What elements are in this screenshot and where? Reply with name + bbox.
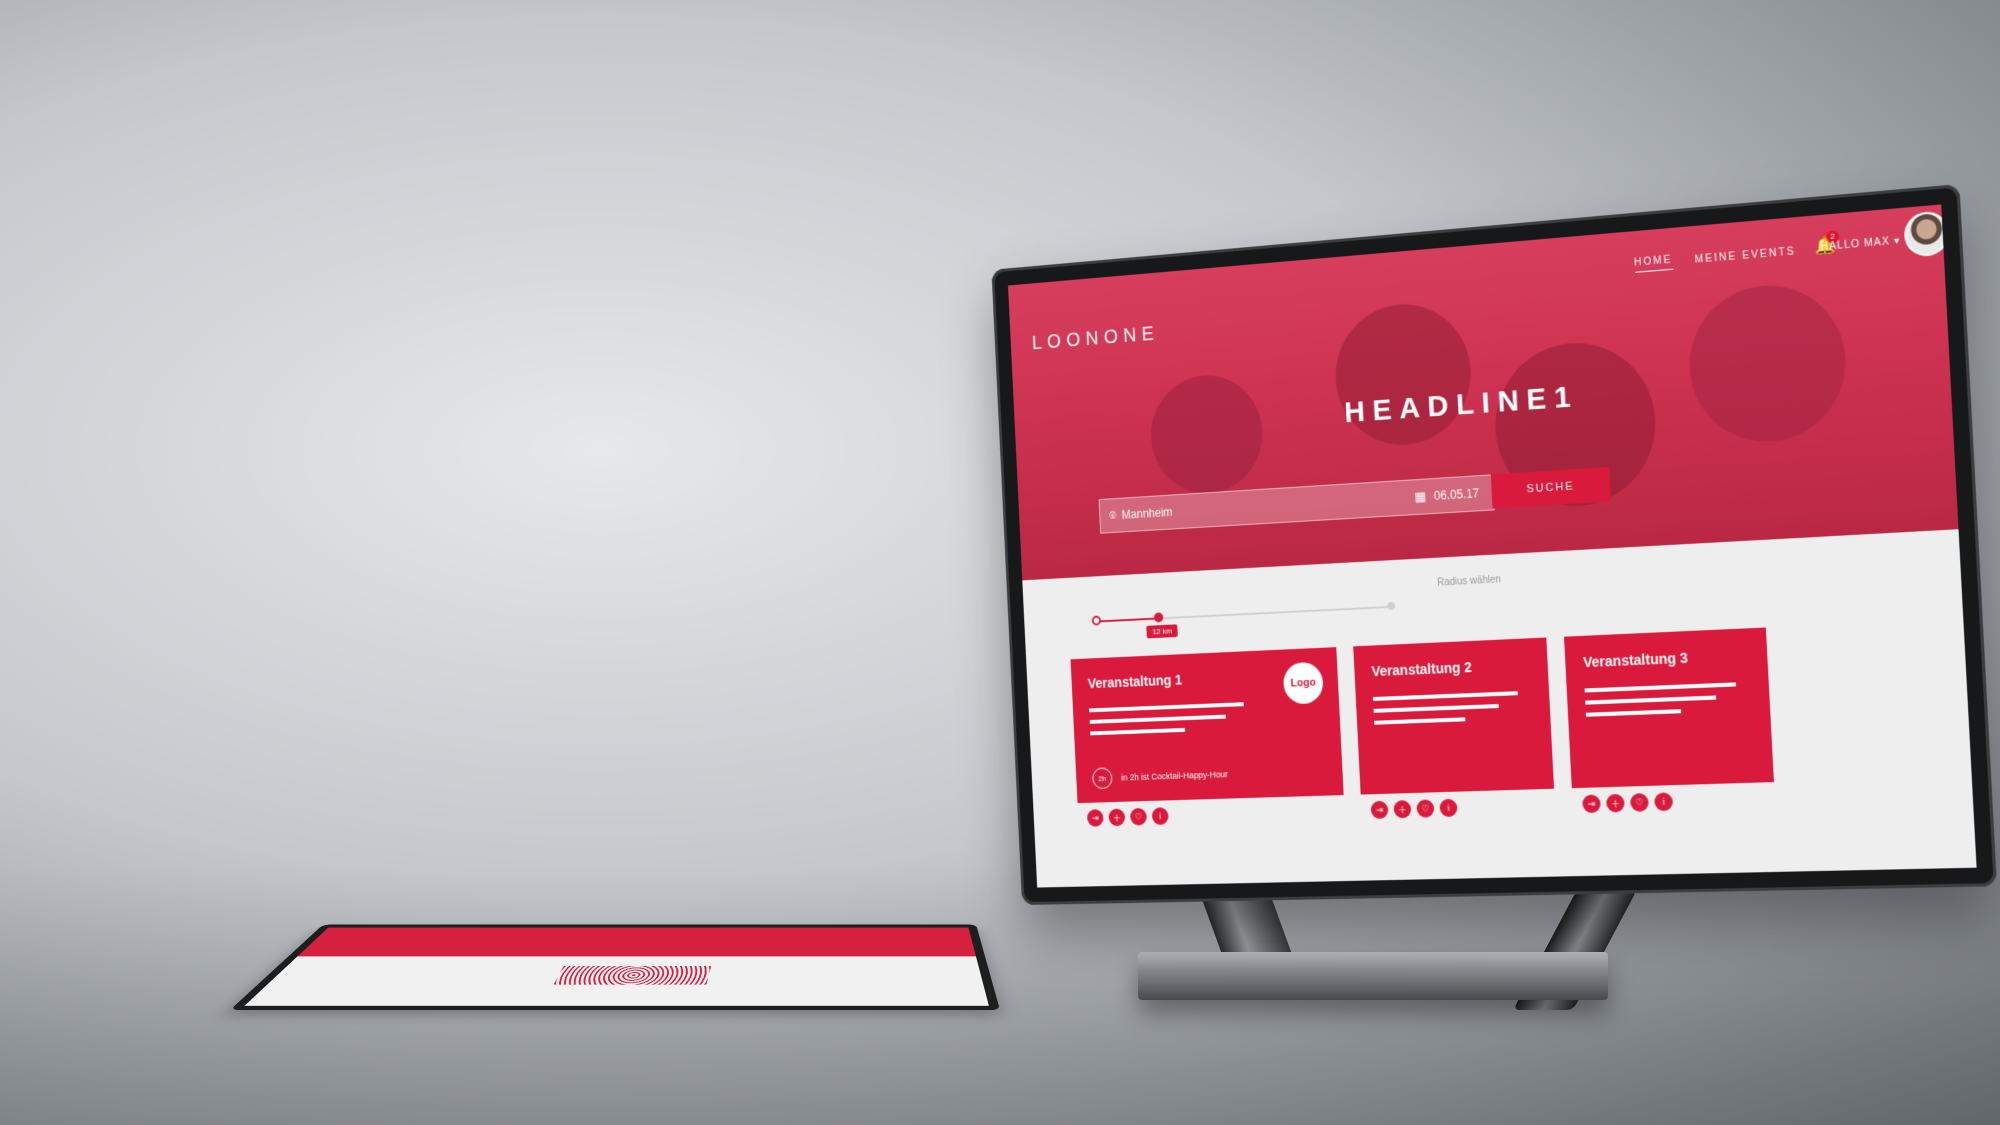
search-button[interactable]: SUCHE <box>1491 467 1611 508</box>
location-input[interactable]: Mannheim <box>1121 490 1414 522</box>
radius-slider-track[interactable] <box>1096 606 1392 623</box>
event-title: Veranstaltung 3 <box>1583 647 1749 670</box>
event-card-2[interactable]: Veranstaltung 2 <box>1353 638 1554 795</box>
login-icon[interactable]: ⇥ <box>1087 809 1104 827</box>
info-icon[interactable]: i <box>1152 807 1169 825</box>
radius-slider-end <box>1387 602 1395 610</box>
add-user-icon[interactable]: ＋ <box>1108 808 1125 826</box>
event-cards: Veranstaltung 1 Logo 2h in 2h ist Cockta… <box>1071 627 1774 803</box>
pin-icon: ⌾ <box>1109 508 1117 524</box>
event-actions-3: ⇥ ＋ ♡ i <box>1582 792 1673 813</box>
radius-slider-fill <box>1096 617 1160 622</box>
nav-item-home[interactable]: HOME <box>1634 254 1673 272</box>
add-user-icon[interactable]: ＋ <box>1606 794 1625 813</box>
heart-icon[interactable]: ♡ <box>1630 793 1649 812</box>
tablet-heatmap <box>554 966 712 985</box>
event-description <box>1089 699 1323 735</box>
info-icon[interactable]: i <box>1654 792 1673 811</box>
tablet-hero <box>298 928 976 957</box>
monitor-device: LOONONE HOME MEINE EVENTS 🔔 2 HALLO MAX … <box>991 184 1997 905</box>
login-icon[interactable]: ⇥ <box>1371 801 1389 819</box>
event-card-1[interactable]: Veranstaltung 1 Logo 2h in 2h ist Cockta… <box>1071 647 1344 803</box>
event-card-3[interactable]: Veranstaltung 3 <box>1564 627 1774 788</box>
radius-value-badge: 12 km <box>1147 624 1178 638</box>
radius-slider-start <box>1092 616 1101 626</box>
tablet-device <box>230 925 1000 1010</box>
event-actions-2: ⇥ ＋ ♡ i <box>1371 799 1458 819</box>
timer-badge: 2h <box>1092 767 1113 789</box>
calendar-icon[interactable]: ▦ <box>1414 489 1427 506</box>
hero-section: LOONONE HOME MEINE EVENTS 🔔 2 HALLO MAX … <box>1008 204 1959 580</box>
chevron-down-icon: ▾ <box>1894 235 1901 247</box>
event-description <box>1585 682 1752 717</box>
monitor-stand-base <box>1138 952 1608 1000</box>
heart-icon[interactable]: ♡ <box>1130 808 1147 826</box>
tablet-screen <box>245 928 989 1006</box>
event-description <box>1373 691 1533 725</box>
date-input[interactable]: 06.05.17 <box>1434 486 1480 503</box>
add-user-icon[interactable]: ＋ <box>1393 800 1411 818</box>
event-title: Veranstaltung 2 <box>1371 656 1530 679</box>
event-note: in 2h ist Cocktail-Happy-Hour <box>1121 769 1228 782</box>
radius-slider-handle[interactable] <box>1154 612 1164 622</box>
login-icon[interactable]: ⇥ <box>1582 794 1601 813</box>
monitor-screen: LOONONE HOME MEINE EVENTS 🔔 2 HALLO MAX … <box>1008 204 1977 887</box>
event-actions-1: ⇥ ＋ ♡ i <box>1087 807 1169 827</box>
heart-icon[interactable]: ♡ <box>1416 799 1434 817</box>
info-icon[interactable]: i <box>1439 799 1457 817</box>
event-footer: 2h in 2h ist Cocktail-Happy-Hour <box>1092 763 1228 789</box>
